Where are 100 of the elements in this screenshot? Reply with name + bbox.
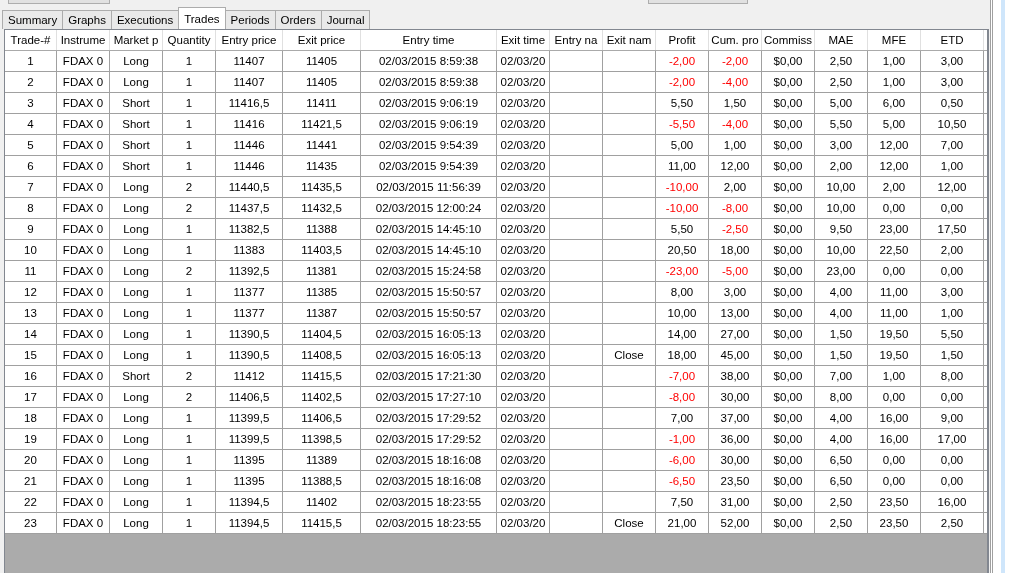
column-header[interactable]: ETD	[921, 30, 984, 50]
table-cell: 11415,5	[283, 366, 361, 386]
table-cell: Long	[110, 324, 163, 344]
column-header[interactable]: MFE	[868, 30, 921, 50]
table-cell: 18	[5, 408, 57, 428]
table-cell: FDAX 0	[57, 114, 110, 134]
tab[interactable]: Summary	[2, 10, 64, 29]
table-cell: FDAX 0	[57, 345, 110, 365]
table-cell: 11383	[216, 240, 283, 260]
table-cell: 1	[163, 135, 216, 155]
column-header[interactable]: Exit nam	[603, 30, 656, 50]
column-header[interactable]: Trade-#	[5, 30, 57, 50]
table-cell: 10,50	[921, 114, 984, 134]
table-cell: 23,50	[868, 513, 921, 533]
table-cell: Close	[603, 345, 656, 365]
table-cell: 11,00	[868, 282, 921, 302]
column-header[interactable]: Exit price	[283, 30, 361, 50]
column-header[interactable]: Market p	[110, 30, 163, 50]
tab[interactable]: Journal	[320, 10, 371, 29]
table-cell: $0,00	[762, 429, 815, 449]
table-cell: 02/03/2015 9:54:39	[361, 135, 497, 155]
table-cell: 1	[163, 240, 216, 260]
table-cell: 02/03/20	[497, 156, 550, 176]
table-cell: 12	[5, 282, 57, 302]
table-cell: 02/03/2015 14:45:10	[361, 219, 497, 239]
tab[interactable]: Periods	[224, 10, 276, 29]
tab[interactable]: Executions	[110, 10, 180, 29]
table-cell: 1,50	[921, 345, 984, 365]
table-cell: 0,00	[921, 261, 984, 281]
table-cell: 7,00	[815, 366, 868, 386]
table-cell: 2,00	[815, 156, 868, 176]
table-cell: -10,00	[656, 198, 709, 218]
table-cell: 5	[5, 135, 57, 155]
table-cell: 8,00	[656, 282, 709, 302]
table-cell: 23,00	[868, 219, 921, 239]
table-cell: $0,00	[762, 450, 815, 470]
column-header[interactable]: Entry time	[361, 30, 497, 50]
column-header[interactable]: Quantity	[163, 30, 216, 50]
column-header[interactable]: Exit time	[497, 30, 550, 50]
table-cell: 17	[5, 387, 57, 407]
table-cell: 11394,5	[216, 492, 283, 512]
table-cell: 11435,5	[283, 177, 361, 197]
table-cell: -4,00	[709, 72, 762, 92]
table-cell: 15	[5, 345, 57, 365]
table-cell: 11392,5	[216, 261, 283, 281]
table-cell: 11405	[283, 51, 361, 71]
table-cell: $0,00	[762, 513, 815, 533]
table-cell: 11381	[283, 261, 361, 281]
table-cell: 1,00	[868, 72, 921, 92]
table-cell: 11416,5	[216, 93, 283, 113]
table-cell: 02/03/20	[497, 324, 550, 344]
column-header[interactable]: Cum. pro	[709, 30, 762, 50]
table-cell: 0,00	[868, 198, 921, 218]
table-cell: 02/03/20	[497, 345, 550, 365]
table-cell: 11382,5	[216, 219, 283, 239]
table-cell: 2,00	[709, 177, 762, 197]
column-header[interactable]: Profit	[656, 30, 709, 50]
table-cell: 23,00	[815, 261, 868, 281]
table-cell: 19,50	[868, 345, 921, 365]
tab[interactable]: Orders	[274, 10, 322, 29]
table-cell: 02/03/20	[497, 135, 550, 155]
column-header[interactable]: Entry na	[550, 30, 603, 50]
table-cell: 17,00	[921, 429, 984, 449]
table-cell: 22,50	[868, 240, 921, 260]
column-header[interactable]: Commiss	[762, 30, 815, 50]
table-cell: 7,50	[656, 492, 709, 512]
table-cell: 1	[163, 471, 216, 491]
column-header[interactable]: Entry price	[216, 30, 283, 50]
tab[interactable]: Graphs	[62, 10, 112, 29]
table-cell: FDAX 0	[57, 450, 110, 470]
table-cell: 2	[163, 387, 216, 407]
table-cell: 11395	[216, 471, 283, 491]
table-cell: $0,00	[762, 198, 815, 218]
table-cell: 2,50	[815, 513, 868, 533]
table-cell: 02/03/20	[497, 93, 550, 113]
column-header[interactable]: Instrume	[57, 30, 110, 50]
table-cell: 11387	[283, 303, 361, 323]
table-cell: Long	[110, 240, 163, 260]
table-cell: 5,50	[656, 93, 709, 113]
table-cell: Long	[110, 492, 163, 512]
table-cell: Long	[110, 198, 163, 218]
tab[interactable]: Trades	[178, 7, 226, 29]
table-cell: Long	[110, 408, 163, 428]
table-cell: 17,50	[921, 219, 984, 239]
table-cell: 38,00	[709, 366, 762, 386]
table-cell: Short	[110, 135, 163, 155]
table-cell: $0,00	[762, 114, 815, 134]
table-cell: 0,00	[921, 471, 984, 491]
table-cell: 52,00	[709, 513, 762, 533]
table-cell: $0,00	[762, 408, 815, 428]
table-cell: $0,00	[762, 324, 815, 344]
table-cell: -4,00	[709, 114, 762, 134]
table-cell: Short	[110, 156, 163, 176]
table-cell: 02/03/20	[497, 282, 550, 302]
table-cell: 02/03/20	[497, 471, 550, 491]
column-header[interactable]: MAE	[815, 30, 868, 50]
table-cell: 11	[5, 261, 57, 281]
table-cell: 0,00	[921, 198, 984, 218]
table-cell: 6	[5, 156, 57, 176]
table-cell: 14	[5, 324, 57, 344]
